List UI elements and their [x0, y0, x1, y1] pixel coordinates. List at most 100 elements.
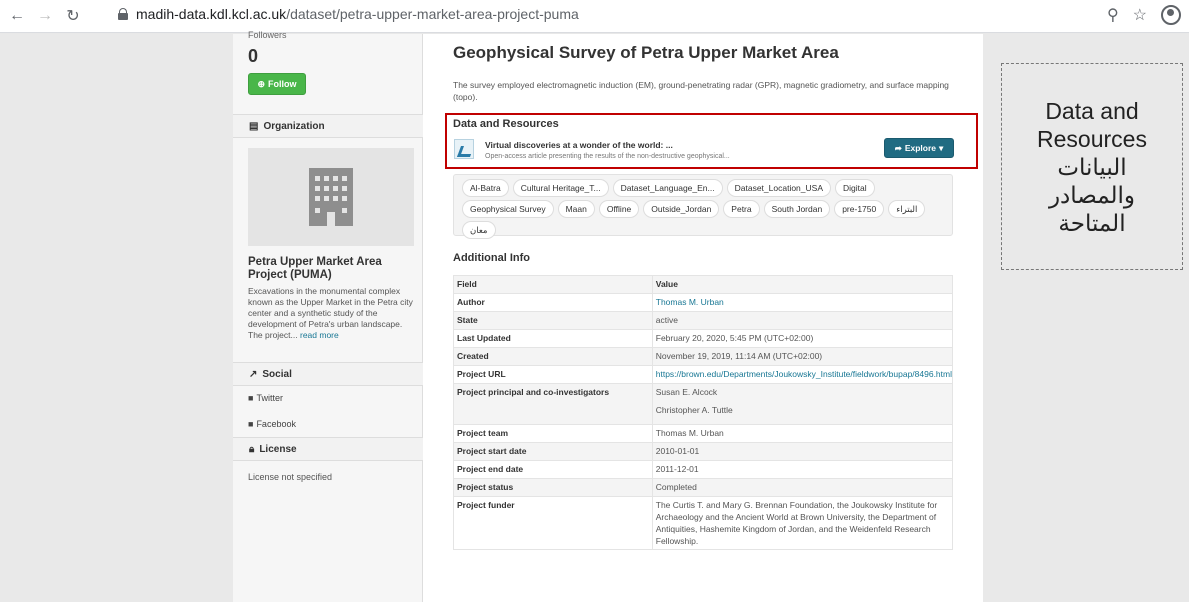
table-row: Author Thomas M. Urban — [453, 293, 954, 312]
twitter-label: Twitter — [256, 393, 283, 403]
tag-pill[interactable]: Petra — [723, 200, 760, 218]
license-header-label: License — [259, 443, 297, 455]
highlight-box — [445, 113, 978, 169]
organization-header-label: Organization — [263, 120, 325, 132]
profile-icon[interactable] — [1161, 5, 1181, 25]
tag-pill[interactable]: Outside_Jordan — [643, 200, 720, 218]
tag-pill[interactable]: Maan — [557, 200, 595, 218]
forward-icon[interactable]: → — [34, 5, 56, 27]
social-header-label: Social — [262, 368, 292, 380]
value-link[interactable]: https://brown.edu/Departments/Joukowsky_… — [656, 368, 952, 380]
address-bar[interactable]: madih-data.kdl.kcl.ac.uk/dataset/petra-u… — [118, 6, 579, 22]
table-row: Created November 19, 2019, 11:14 AM (UTC+… — [453, 347, 954, 366]
organization-description: Excavations in the monumental complex kn… — [248, 286, 418, 341]
field-cell: State — [453, 311, 653, 330]
tag-pill[interactable]: البتراء — [888, 200, 926, 218]
value-cell: active — [651, 311, 954, 330]
zoom-icon[interactable]: ⚲ — [1107, 5, 1119, 25]
plus-circle-icon: ⊕ — [257, 78, 266, 89]
follow-button[interactable]: ⊕ Follow — [248, 73, 306, 95]
additional-info-table: Field Value Author Thomas M. Urban State ac… — [453, 275, 954, 550]
value-cell: Thomas M. Urban — [651, 293, 954, 312]
tag-pill[interactable]: Geophysical Survey — [462, 200, 554, 218]
tag-pill[interactable]: Al-Batra — [462, 179, 509, 197]
value-text: November 19, 2019, 11:14 AM (UTC+02:00) — [655, 351, 823, 361]
twitter-link[interactable]: ■ Twitter — [248, 393, 283, 403]
value-cell: 2011-12-01 — [651, 460, 954, 479]
value-link[interactable]: Thomas M. Urban — [656, 296, 952, 308]
field-column-header: Field — [453, 275, 653, 294]
value-text: active — [655, 315, 678, 325]
license-text: License not specified — [248, 472, 333, 482]
facebook-icon: ■ — [248, 419, 254, 429]
followers-label: Followers — [248, 30, 287, 40]
field-cell: Project status — [453, 478, 653, 497]
table-header-row: Field Value — [453, 275, 954, 294]
value-text: The Curtis T. and Mary G. Brennan Founda… — [655, 500, 938, 546]
annotation-line: والمصادر — [1048, 181, 1136, 208]
tag-pill[interactable]: pre-1750 — [834, 200, 885, 218]
url-path: /dataset/petra-upper-market-area-project… — [286, 6, 579, 22]
tag-pill[interactable]: Cultural Heritage_T... — [512, 179, 609, 197]
building-icon — [309, 168, 353, 226]
table-row: Project start date 2010-01-01 — [453, 442, 954, 461]
table-row: Project team Thomas M. Urban — [453, 424, 954, 443]
field-cell: Last Updated — [453, 329, 653, 348]
table-row: Project URL https://brown.edu/Departments… — [453, 365, 954, 384]
dataset-description: The survey employed electromagnetic indu… — [453, 80, 949, 102]
annotation-line: Data and — [1045, 97, 1139, 124]
value-text: Thomas M. Urban — [655, 428, 724, 438]
value-column-header: Value — [651, 275, 954, 294]
value-text: 2011-12-01 — [655, 464, 699, 474]
back-icon[interactable]: ← — [6, 5, 28, 27]
social-header: ↗ Social — [233, 362, 423, 386]
field-cell: Created — [453, 347, 653, 366]
value-cell: February 20, 2020, 5:45 PM (UTC+02:00) — [651, 329, 954, 348]
value-cell: 2010-01-01 — [651, 442, 954, 461]
organization-image[interactable] — [248, 148, 414, 246]
reload-icon[interactable]: ↻ — [62, 5, 84, 27]
tag-pill[interactable]: معان — [462, 221, 496, 239]
tag-pill[interactable]: South Jordan — [763, 200, 831, 218]
read-more-link[interactable]: read more — [300, 330, 339, 340]
table-row: Last Updated February 20, 2020, 5:45 PM (… — [453, 329, 954, 348]
value-text: Susan E. Alcock — [655, 387, 718, 397]
bookmark-star-icon[interactable]: ☆ — [1133, 5, 1147, 25]
license-header: 🔒︎ License — [233, 437, 423, 461]
annotation-line: Resources — [1037, 125, 1147, 152]
value-text: Christopher A. Tuttle — [655, 405, 733, 415]
tag-pill[interactable]: Dataset_Location_USA — [726, 179, 831, 197]
value-cell: https://brown.edu/Departments/Joukowsky_… — [651, 365, 954, 384]
field-cell: Project URL — [453, 365, 653, 384]
table-row: Project principal and co-investigators Su… — [453, 383, 954, 425]
tag-pill[interactable]: Offline — [598, 200, 640, 218]
value-cell: Completed — [651, 478, 954, 497]
value-text: 2010-01-01 — [655, 446, 700, 456]
field-cell: Project team — [453, 424, 653, 443]
share-icon: ↗ — [249, 368, 258, 380]
annotation-box: Data and Resources البيانات والمصادر الم… — [1001, 63, 1183, 270]
tag-pill[interactable]: Digital — [835, 179, 875, 197]
browser-toolbar: ← → ↻ madih-data.kdl.kcl.ac.uk/dataset/p… — [0, 0, 1189, 33]
table-row: Project end date 2011-12-01 — [453, 460, 954, 479]
lock-icon — [118, 8, 128, 20]
field-cell: Author — [453, 293, 653, 312]
field-cell: Project principal and co-investigators — [453, 383, 653, 425]
followers-count: 0 — [248, 46, 259, 66]
organization-title[interactable]: Petra Upper Market Area Project (PUMA) — [248, 256, 414, 282]
building-icon: ▤ — [249, 120, 259, 132]
table-row: Project funder The Curtis T. and Mary G. … — [453, 496, 954, 550]
twitter-icon: ■ — [248, 393, 254, 403]
facebook-link[interactable]: ■ Facebook — [248, 419, 296, 429]
field-cell: Project start date — [453, 442, 653, 461]
annotation-line: البيانات — [1057, 153, 1127, 180]
page-title: Geophysical Survey of Petra Upper Market… — [453, 43, 839, 62]
additional-info-header: Additional Info — [453, 252, 530, 264]
field-cell: Project end date — [453, 460, 653, 479]
value-cell: November 19, 2019, 11:14 AM (UTC+02:00) — [651, 347, 954, 366]
tag-list: Al-Batra Cultural Heritage_T... Dataset_La… — [453, 174, 953, 239]
tag-pill[interactable]: Dataset_Language_En... — [612, 179, 723, 197]
lock-icon: 🔒︎ — [249, 443, 255, 455]
annotation-line: المتاحة — [1058, 209, 1126, 236]
value-cell: Susan E. Alcock Christopher A. Tuttle — [651, 383, 954, 425]
